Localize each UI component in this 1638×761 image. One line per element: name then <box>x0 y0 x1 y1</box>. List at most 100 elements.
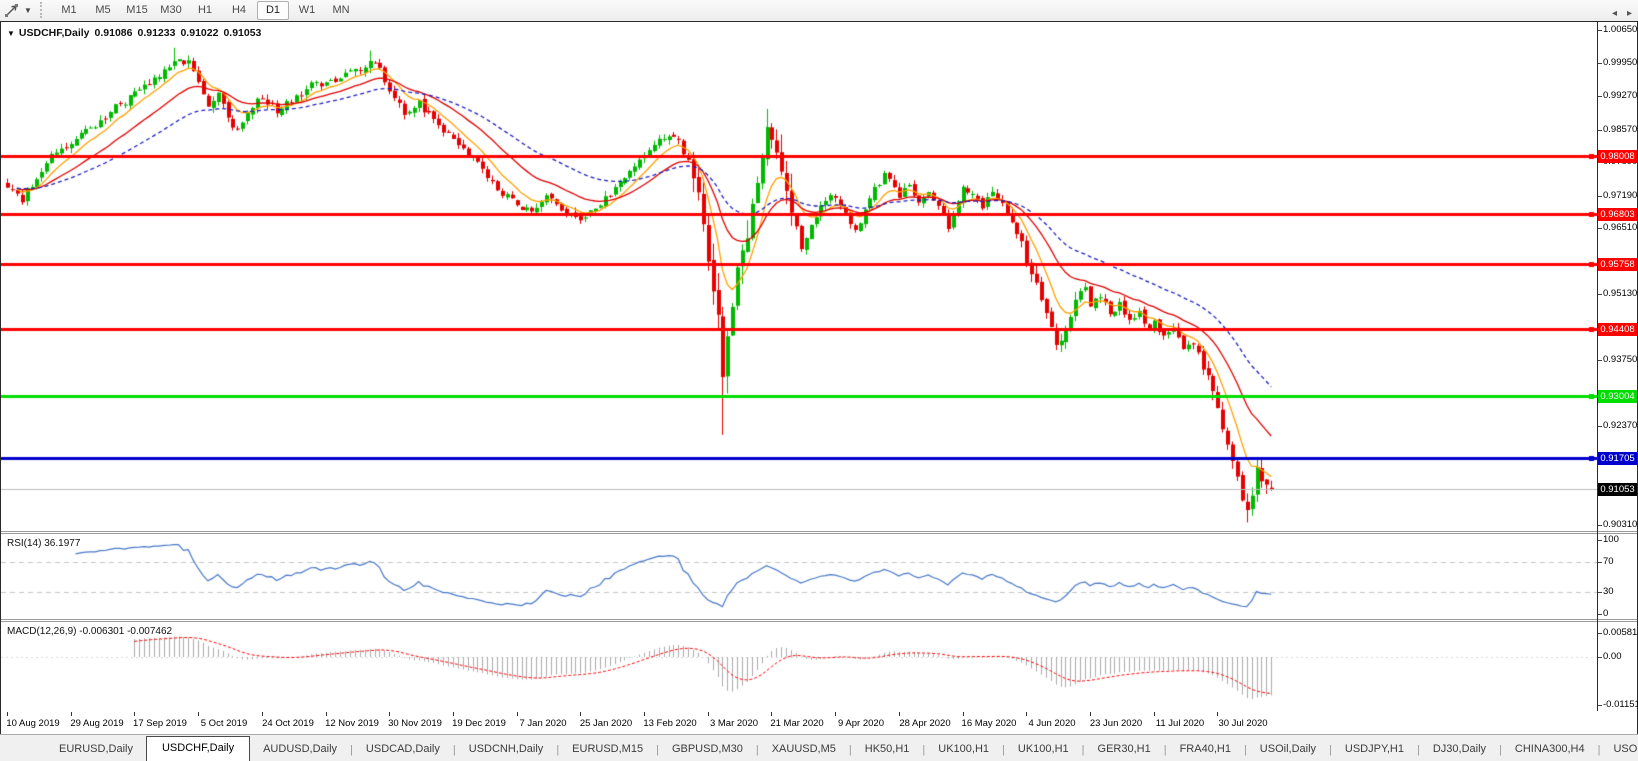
macd-values: -0.006301 -0.007462 <box>79 626 172 637</box>
tab-scroll-left-icon[interactable]: ◂ <box>1612 8 1617 20</box>
time-tick-label: 9 Apr 2020 <box>838 718 884 729</box>
chart-tab-usoil-h[interactable]: USOil,H <box>1600 738 1638 761</box>
rsi-indicator-canvas[interactable] <box>1 534 1597 620</box>
pane-divider[interactable] <box>1 531 1637 534</box>
timeframe-button-h4[interactable]: H4 <box>223 1 255 20</box>
macd-indicator-canvas[interactable] <box>1 622 1597 711</box>
chart-tab-usdchf-daily[interactable]: USDCHF,Daily <box>146 736 250 761</box>
chart-tab-usdcad-daily[interactable]: USDCAD,Daily <box>353 738 453 761</box>
rsi-tick-mark <box>1598 562 1602 563</box>
time-tick-label: 25 Jan 2020 <box>580 718 632 729</box>
rsi-tick-mark <box>1598 614 1602 615</box>
price-tick-mark <box>1598 360 1602 361</box>
macd-tick-mark <box>1598 705 1602 706</box>
chart-tab-dj30-daily[interactable]: DJ30,Daily <box>1420 738 1499 761</box>
pane-divider[interactable] <box>1 619 1637 622</box>
hline-price-label: 0.98008 <box>1598 150 1637 163</box>
time-tick-mark <box>835 712 836 716</box>
time-tick-mark <box>1217 712 1218 716</box>
chart-tab-china300-h4[interactable]: CHINA300,H4 <box>1502 738 1598 761</box>
hline-price-label: 0.95758 <box>1598 258 1637 271</box>
time-tick-mark <box>198 712 199 716</box>
timeframe-button-h1[interactable]: H1 <box>189 1 221 20</box>
timeframe-button-w1[interactable]: W1 <box>291 1 323 20</box>
chart-tab-uk100-h1[interactable]: UK100,H1 <box>1005 738 1082 761</box>
time-tick-mark <box>1154 712 1155 716</box>
timeframe-button-m1[interactable]: M1 <box>53 1 85 20</box>
price-tick-mark <box>1598 30 1602 31</box>
chart-tab-xauusd-m5[interactable]: XAUUSD,M5 <box>759 738 849 761</box>
chart-window: ▼USDCHF,Daily0.910860.912330.910220.9105… <box>0 21 1638 736</box>
rsi-tick-label: 70 <box>1603 556 1614 568</box>
macd-tick-label: 0.005818 <box>1603 627 1638 639</box>
ohlc-high: 0.91233 <box>138 27 176 39</box>
rsi-tick-mark <box>1598 540 1602 541</box>
hline-price-label: 0.93004 <box>1598 390 1637 403</box>
time-axis[interactable]: 10 Aug 201929 Aug 201917 Sep 20195 Oct 2… <box>1 711 1637 733</box>
timeframe-button-mn[interactable]: MN <box>325 1 357 20</box>
time-tick-label: 19 Dec 2019 <box>452 718 506 729</box>
price-tick-mark <box>1598 294 1602 295</box>
price-tick-mark <box>1598 96 1602 97</box>
chart-tab-usdjpy-h1[interactable]: USDJPY,H1 <box>1332 738 1417 761</box>
time-tick-label: 3 Mar 2020 <box>710 718 758 729</box>
chart-tab-hk50-h1[interactable]: HK50,H1 <box>852 738 923 761</box>
chart-tab-usdcnh-daily[interactable]: USDCNH,Daily <box>456 738 557 761</box>
timeframe-buttons: M1M5M15M30H1H4D1W1MN <box>52 1 358 20</box>
ohlc-close: 0.91053 <box>223 27 261 39</box>
main-price-canvas[interactable] <box>1 22 1597 531</box>
timeframe-button-m5[interactable]: M5 <box>87 1 119 20</box>
time-tick-label: 30 Jul 2020 <box>1218 718 1267 729</box>
time-tick-label: 13 Feb 2020 <box>643 718 696 729</box>
hline-price-label: 0.91705 <box>1598 452 1637 465</box>
time-tick-label: 21 Mar 2020 <box>770 718 823 729</box>
price-tick-label: 0.97190 <box>1603 190 1637 202</box>
price-tick-mark <box>1598 130 1602 131</box>
timeframe-button-m30[interactable]: M30 <box>155 1 187 20</box>
time-tick-label: 24 Oct 2019 <box>262 718 314 729</box>
timeframe-button-d1[interactable]: D1 <box>257 1 289 20</box>
chart-tab-audusd-daily[interactable]: AUDUSD,Daily <box>250 738 350 761</box>
time-tick-mark <box>517 712 518 716</box>
rsi-name: RSI(14) <box>7 538 41 549</box>
toolbar-drag-handle[interactable] <box>40 2 46 18</box>
macd-tick-label: -0.011514 <box>1603 699 1638 711</box>
chart-tab-ger30-h1[interactable]: GER30,H1 <box>1085 738 1164 761</box>
time-tick-mark <box>899 712 900 716</box>
time-tick-mark <box>963 712 964 716</box>
price-tick-label: 0.99950 <box>1603 57 1637 69</box>
chart-dropdown-icon[interactable]: ▼ <box>7 29 15 38</box>
time-tick-mark <box>453 712 454 716</box>
macd-tick-mark <box>1598 657 1602 658</box>
time-tick-label: 12 Nov 2019 <box>325 718 379 729</box>
tab-scroll-right-icon[interactable]: ▸ <box>1627 8 1632 20</box>
price-tick-mark <box>1598 63 1602 64</box>
timeframe-button-m15[interactable]: M15 <box>121 1 153 20</box>
ohlc-open: 0.91086 <box>95 27 133 39</box>
macd-label: MACD(12,26,9) -0.006301 -0.007462 <box>7 626 172 637</box>
cursor-tool-icon[interactable] <box>4 3 20 18</box>
chart-tab-gbpusd-m30[interactable]: GBPUSD,M30 <box>659 738 756 761</box>
price-tick-label: 0.92370 <box>1603 420 1637 432</box>
chart-tab-eurusd-daily[interactable]: EURUSD,Daily <box>46 738 146 761</box>
ohlc-low: 0.91022 <box>180 27 218 39</box>
macd-name: MACD(12,26,9) <box>7 626 76 637</box>
time-tick-label: 17 Sep 2019 <box>133 718 187 729</box>
rsi-tick-label: 30 <box>1603 586 1614 598</box>
chart-tab-fra40-h1[interactable]: FRA40,H1 <box>1167 738 1244 761</box>
chart-tab-usoil-daily[interactable]: USOil,Daily <box>1247 738 1329 761</box>
cursor-tool-dropdown-icon[interactable]: ▼ <box>24 6 32 15</box>
tab-scroll-arrows: ◂ ▸ <box>1612 8 1632 20</box>
time-tick-mark <box>326 712 327 716</box>
chart-tab-eurusd-m15[interactable]: EURUSD,M15 <box>559 738 656 761</box>
price-tick-label: 0.98570 <box>1603 124 1637 136</box>
chart-tab-bar: EURUSD,DailyUSDCHF,DailyAUDUSD,Daily|USD… <box>0 734 1638 761</box>
price-tick-mark <box>1598 228 1602 229</box>
time-tick-label: 7 Jan 2020 <box>519 718 566 729</box>
hline-price-label: 0.96803 <box>1598 208 1637 221</box>
time-tick-label: 16 May 2020 <box>962 718 1017 729</box>
rsi-value: 36.1977 <box>44 538 80 549</box>
chart-tab-uk100-h1[interactable]: UK100,H1 <box>925 738 1002 761</box>
time-tick-label: 5 Oct 2019 <box>201 718 247 729</box>
price-tick-label: 0.93750 <box>1603 354 1637 366</box>
